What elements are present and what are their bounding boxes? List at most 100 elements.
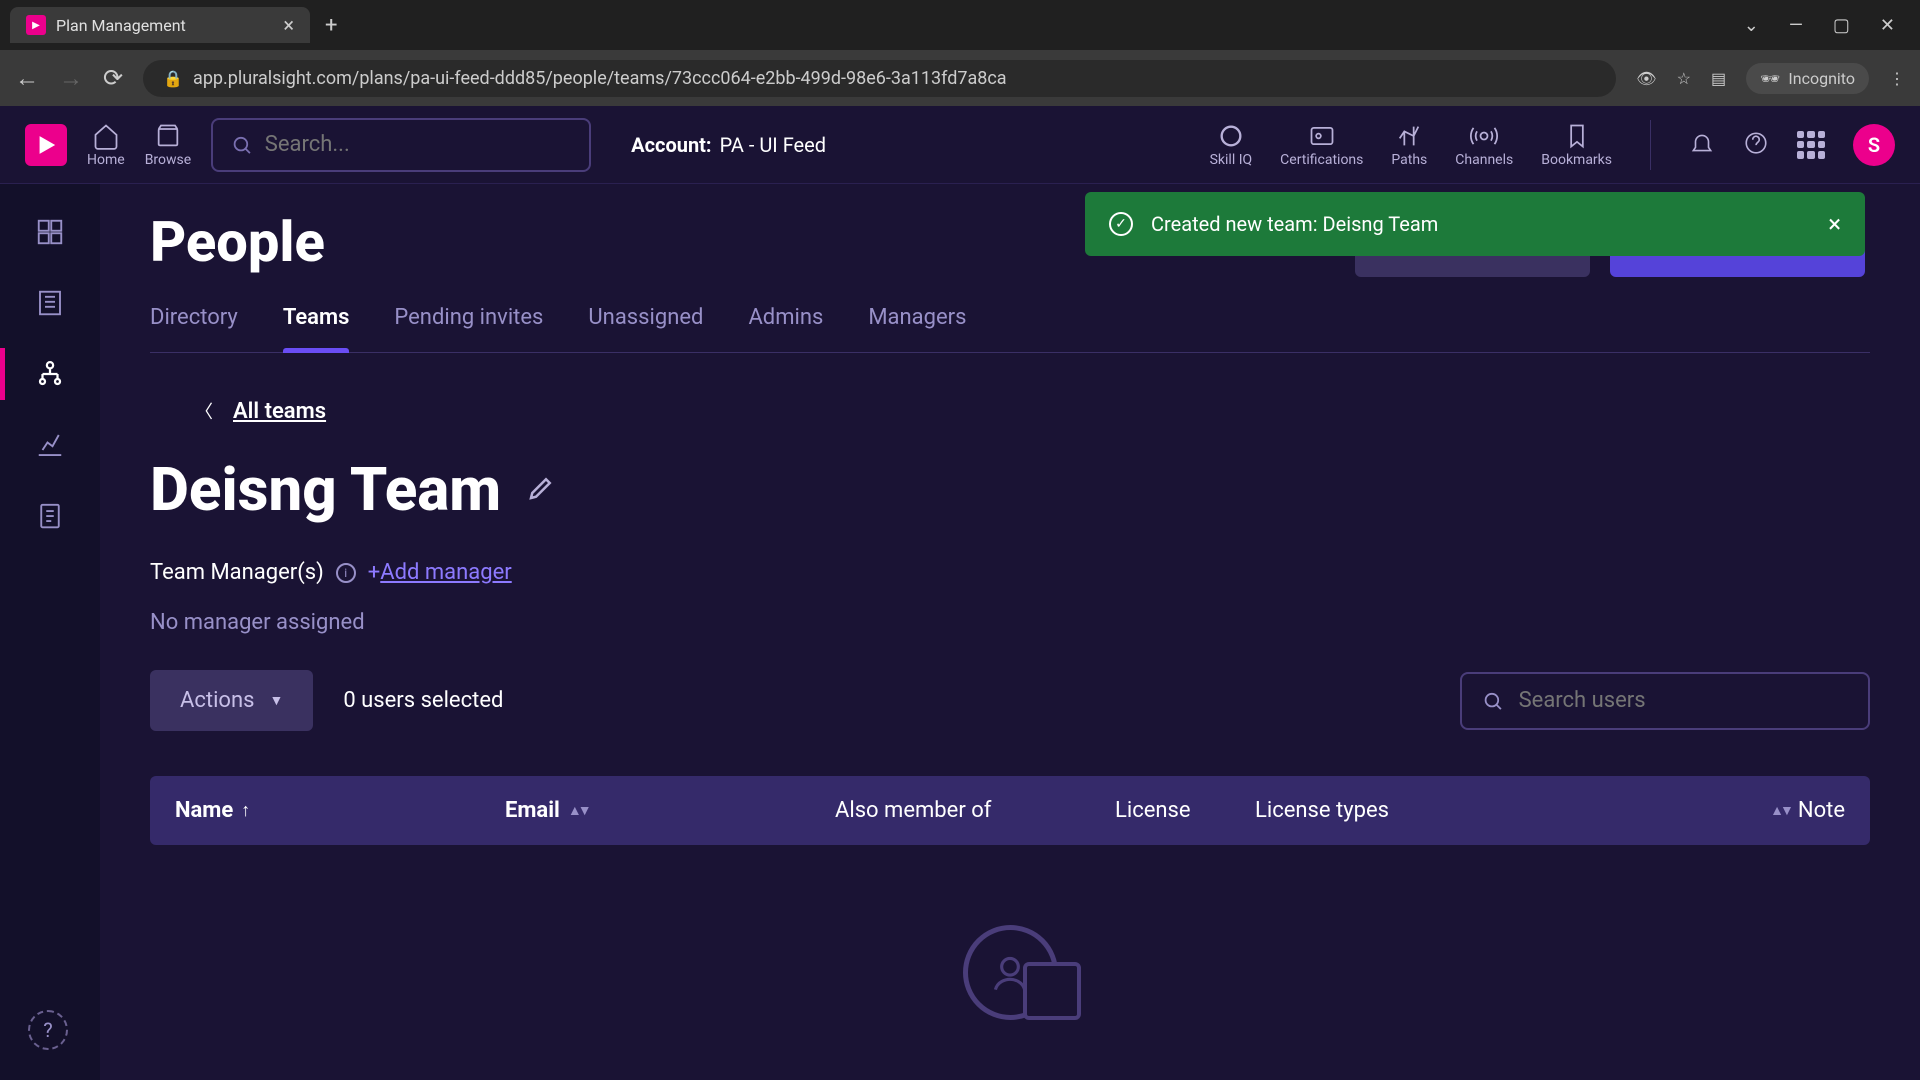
- window-controls: ⌄ — ▢ ✕: [1744, 15, 1910, 36]
- apps-grid-icon[interactable]: [1797, 131, 1825, 159]
- sidebar: [0, 184, 100, 1080]
- info-icon[interactable]: i: [336, 563, 356, 583]
- nav-channels[interactable]: Channels: [1455, 122, 1513, 168]
- column-license[interactable]: License: [1115, 798, 1255, 823]
- eye-off-icon[interactable]: 👁: [1636, 69, 1656, 88]
- breadcrumb[interactable]: 〈 All teams: [195, 398, 1870, 424]
- account-value: PA - UI Feed: [720, 133, 826, 157]
- star-icon[interactable]: ☆: [1677, 69, 1691, 88]
- tab-teams[interactable]: Teams: [283, 305, 350, 352]
- toast-message: Created new team: Deisng Team: [1151, 212, 1438, 236]
- account-label: Account:: [631, 133, 711, 157]
- chevron-down-icon[interactable]: ⌄: [1744, 15, 1759, 36]
- sidebar-analytics-icon[interactable]: [32, 427, 68, 463]
- toast-close-icon[interactable]: ×: [1828, 210, 1841, 238]
- column-license-types[interactable]: License types: [1255, 798, 1735, 823]
- back-button[interactable]: ←: [15, 64, 39, 93]
- team-managers-row: Team Manager(s) i +Add manager: [150, 560, 1870, 585]
- nav-skilliq[interactable]: Skill IQ: [1210, 122, 1253, 168]
- help-icon[interactable]: [1743, 130, 1769, 160]
- column-email[interactable]: Email ▲▼: [505, 798, 835, 823]
- app-header: Home Browse Account: PA - UI Feed Skill …: [0, 106, 1920, 184]
- nav-browse-label: Browse: [145, 152, 191, 168]
- user-search[interactable]: [1460, 672, 1870, 730]
- incognito-icon: 🕶: [1760, 69, 1780, 88]
- selection-count: 0 users selected: [343, 688, 503, 713]
- breadcrumb-link[interactable]: All teams: [233, 399, 326, 424]
- actions-dropdown[interactable]: Actions ▼: [150, 670, 313, 731]
- incognito-badge[interactable]: 🕶 Incognito: [1746, 63, 1869, 94]
- caret-down-icon: ▼: [269, 692, 283, 709]
- user-avatar[interactable]: S: [1853, 124, 1895, 166]
- avatar-initial: S: [1868, 133, 1880, 157]
- browser-tab[interactable]: Plan Management ×: [10, 7, 310, 43]
- browser-tab-bar: Plan Management × + ⌄ — ▢ ✕: [0, 0, 1920, 50]
- forward-button[interactable]: →: [59, 64, 83, 93]
- reload-button[interactable]: ⟳: [103, 64, 123, 92]
- empty-state: [150, 845, 1870, 1020]
- actions-label: Actions: [180, 688, 254, 713]
- nav-bookmarks[interactable]: Bookmarks: [1541, 122, 1612, 168]
- tab-pending-invites[interactable]: Pending invites: [394, 305, 543, 352]
- success-toast: ✓ Created new team: Deisng Team ×: [1085, 192, 1865, 256]
- url-text: app.pluralsight.com/plans/pa-ui-feed-ddd…: [193, 68, 1007, 89]
- tab-directory[interactable]: Directory: [150, 305, 238, 352]
- nav-home[interactable]: Home: [87, 122, 125, 168]
- nav-bookmarks-label: Bookmarks: [1541, 152, 1612, 168]
- kebab-menu-icon[interactable]: ⋮: [1889, 69, 1905, 88]
- nav-skilliq-label: Skill IQ: [1210, 152, 1253, 168]
- pencil-icon[interactable]: [526, 473, 556, 507]
- column-name[interactable]: Name ↑: [175, 798, 505, 823]
- bell-icon[interactable]: [1689, 130, 1715, 160]
- no-manager-text: No manager assigned: [150, 610, 1870, 635]
- chevron-left-icon: 〈: [195, 398, 213, 424]
- nav-certs-label: Certifications: [1280, 152, 1363, 168]
- nav-paths[interactable]: Paths: [1391, 122, 1427, 168]
- add-manager-link[interactable]: Add manager: [380, 560, 511, 585]
- tab-managers[interactable]: Managers: [868, 305, 966, 352]
- empty-users-icon: [963, 925, 1058, 1020]
- divider: [1650, 120, 1651, 170]
- tab-close-icon[interactable]: ×: [283, 15, 294, 35]
- maximize-icon[interactable]: ▢: [1833, 15, 1850, 36]
- help-chat-button[interactable]: ?: [28, 1010, 68, 1050]
- app-body: ✓ Created new team: Deisng Team × People…: [0, 184, 1920, 1080]
- lock-icon: 🔒: [163, 69, 183, 88]
- app-logo[interactable]: [25, 124, 67, 166]
- sort-icon: ▲▼: [568, 802, 588, 819]
- search-icon: [1482, 689, 1504, 713]
- minimize-icon[interactable]: —: [1789, 15, 1803, 36]
- main-content: ✓ Created new team: Deisng Team × People…: [100, 184, 1920, 1080]
- nav-paths-label: Paths: [1391, 152, 1427, 168]
- tab-admins[interactable]: Admins: [748, 305, 823, 352]
- user-search-input[interactable]: [1519, 688, 1848, 713]
- reading-list-icon[interactable]: ▤: [1711, 69, 1726, 88]
- sidebar-dashboard-icon[interactable]: [32, 214, 68, 250]
- sidebar-log-icon[interactable]: [32, 498, 68, 534]
- nav-home-label: Home: [87, 152, 125, 168]
- sidebar-org-icon[interactable]: [32, 285, 68, 321]
- table-header: Name ↑ Email ▲▼ Also member of License L…: [150, 776, 1870, 845]
- tab-title: Plan Management: [56, 16, 273, 35]
- team-heading: Deisng Team: [150, 454, 1870, 525]
- team-name: Deisng Team: [150, 454, 501, 525]
- global-search[interactable]: [211, 118, 591, 172]
- new-tab-button[interactable]: +: [325, 13, 337, 38]
- incognito-label: Incognito: [1788, 69, 1855, 88]
- column-member-of[interactable]: Also member of: [835, 798, 1115, 823]
- close-icon[interactable]: ✕: [1880, 15, 1895, 36]
- column-note[interactable]: ▲▼ Note: [1735, 798, 1845, 823]
- nav-certifications[interactable]: Certifications: [1280, 122, 1363, 168]
- tab-favicon: [26, 15, 46, 35]
- url-input[interactable]: 🔒 app.pluralsight.com/plans/pa-ui-feed-d…: [143, 60, 1616, 97]
- address-bar: ← → ⟳ 🔒 app.pluralsight.com/plans/pa-ui-…: [0, 50, 1920, 106]
- browser-chrome: Plan Management × + ⌄ — ▢ ✕ ← → ⟳ 🔒 app.…: [0, 0, 1920, 106]
- search-icon: [231, 133, 253, 157]
- global-search-input[interactable]: [265, 132, 571, 157]
- sort-ascending-icon: ↑: [241, 800, 250, 821]
- sidebar-people-icon[interactable]: [32, 356, 68, 392]
- nav-browse[interactable]: Browse: [145, 122, 191, 168]
- people-tabs: Directory Teams Pending invites Unassign…: [150, 305, 1870, 353]
- check-circle-icon: ✓: [1109, 212, 1133, 236]
- tab-unassigned[interactable]: Unassigned: [588, 305, 703, 352]
